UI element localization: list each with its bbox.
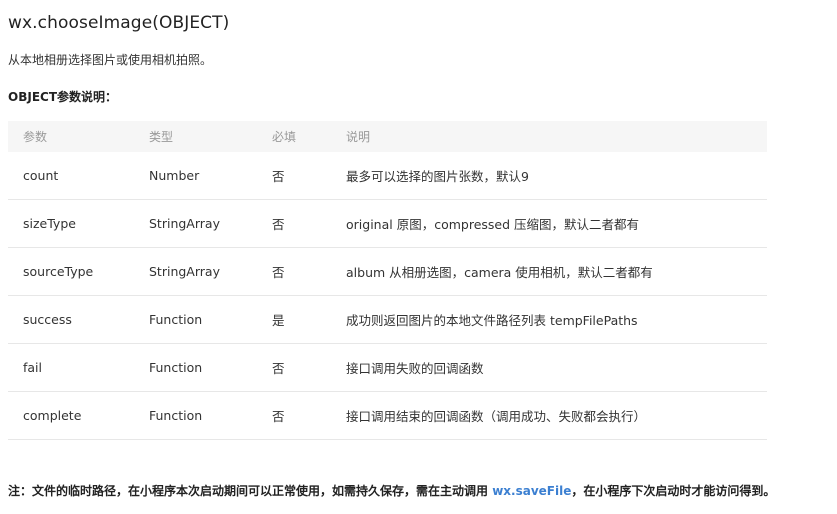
header-description: 说明 xyxy=(346,130,371,144)
table-row: sourceType StringArray 否 album 从相册选图，cam… xyxy=(8,248,767,296)
header-required: 必填 xyxy=(272,130,297,144)
table-row: fail Function 否 接口调用失败的回调函数 xyxy=(8,344,767,392)
cell-type: Function xyxy=(149,312,203,327)
param-section-heading: OBJECT参数说明： xyxy=(8,90,118,104)
api-description: 从本地相册选择图片或使用相机拍照。 xyxy=(8,53,213,67)
cell-required: 否 xyxy=(272,361,285,376)
header-type: 类型 xyxy=(149,130,174,144)
table-row: count Number 否 最多可以选择的图片张数，默认9 xyxy=(8,152,767,200)
table-row: sizeType StringArray 否 original 原图，compr… xyxy=(8,200,767,248)
cell-required: 否 xyxy=(272,169,285,184)
note-suffix: ，在小程序下次启动时才能访问得到。 xyxy=(571,484,776,498)
cell-description: 最多可以选择的图片张数，默认9 xyxy=(346,169,529,184)
table-row: success Function 是 成功则返回图片的本地文件路径列表 temp… xyxy=(8,296,767,344)
cell-param: count xyxy=(23,168,59,183)
header-param: 参数 xyxy=(23,130,48,144)
cell-description: 接口调用结束的回调函数（调用成功、失败都会执行） xyxy=(346,409,647,424)
cell-param: success xyxy=(23,312,72,327)
cell-type: StringArray xyxy=(149,264,220,279)
cell-required: 否 xyxy=(272,217,285,232)
cell-type: Function xyxy=(149,408,203,423)
cell-param: sourceType xyxy=(23,264,94,279)
save-file-link[interactable]: wx.saveFile xyxy=(492,484,571,498)
cell-param: fail xyxy=(23,360,43,375)
cell-description: 接口调用失败的回调函数 xyxy=(346,361,484,376)
note-paragraph: 注：文件的临时路径，在小程序本次启动期间可以正常使用，如需持久保存，需在主动调用… xyxy=(8,479,778,503)
cell-param: sizeType xyxy=(23,216,76,231)
cell-required: 否 xyxy=(272,409,285,424)
cell-description: original 原图，compressed 压缩图，默认二者都有 xyxy=(346,217,640,232)
note-prefix: 注：文件的临时路径，在小程序本次启动期间可以正常使用，如需持久保存，需在主动调用 xyxy=(8,484,493,498)
cell-type: StringArray xyxy=(149,216,220,231)
page-title: wx.chooseImage(OBJECT) xyxy=(8,13,230,33)
cell-type: Number xyxy=(149,168,200,183)
cell-required: 否 xyxy=(272,265,285,280)
table-row: complete Function 否 接口调用结束的回调函数（调用成功、失败都… xyxy=(8,392,767,440)
cell-description: 成功则返回图片的本地文件路径列表 tempFilePaths xyxy=(346,313,638,328)
cell-description: album 从相册选图，camera 使用相机，默认二者都有 xyxy=(346,265,653,280)
cell-required: 是 xyxy=(272,313,285,328)
cell-param: complete xyxy=(23,408,82,423)
cell-type: Function xyxy=(149,360,203,375)
params-table: 参数 类型 必填 说明 count Number 否 最多可以选择的图片张数，默… xyxy=(8,121,767,440)
table-header-row: 参数 类型 必填 说明 xyxy=(8,121,767,152)
